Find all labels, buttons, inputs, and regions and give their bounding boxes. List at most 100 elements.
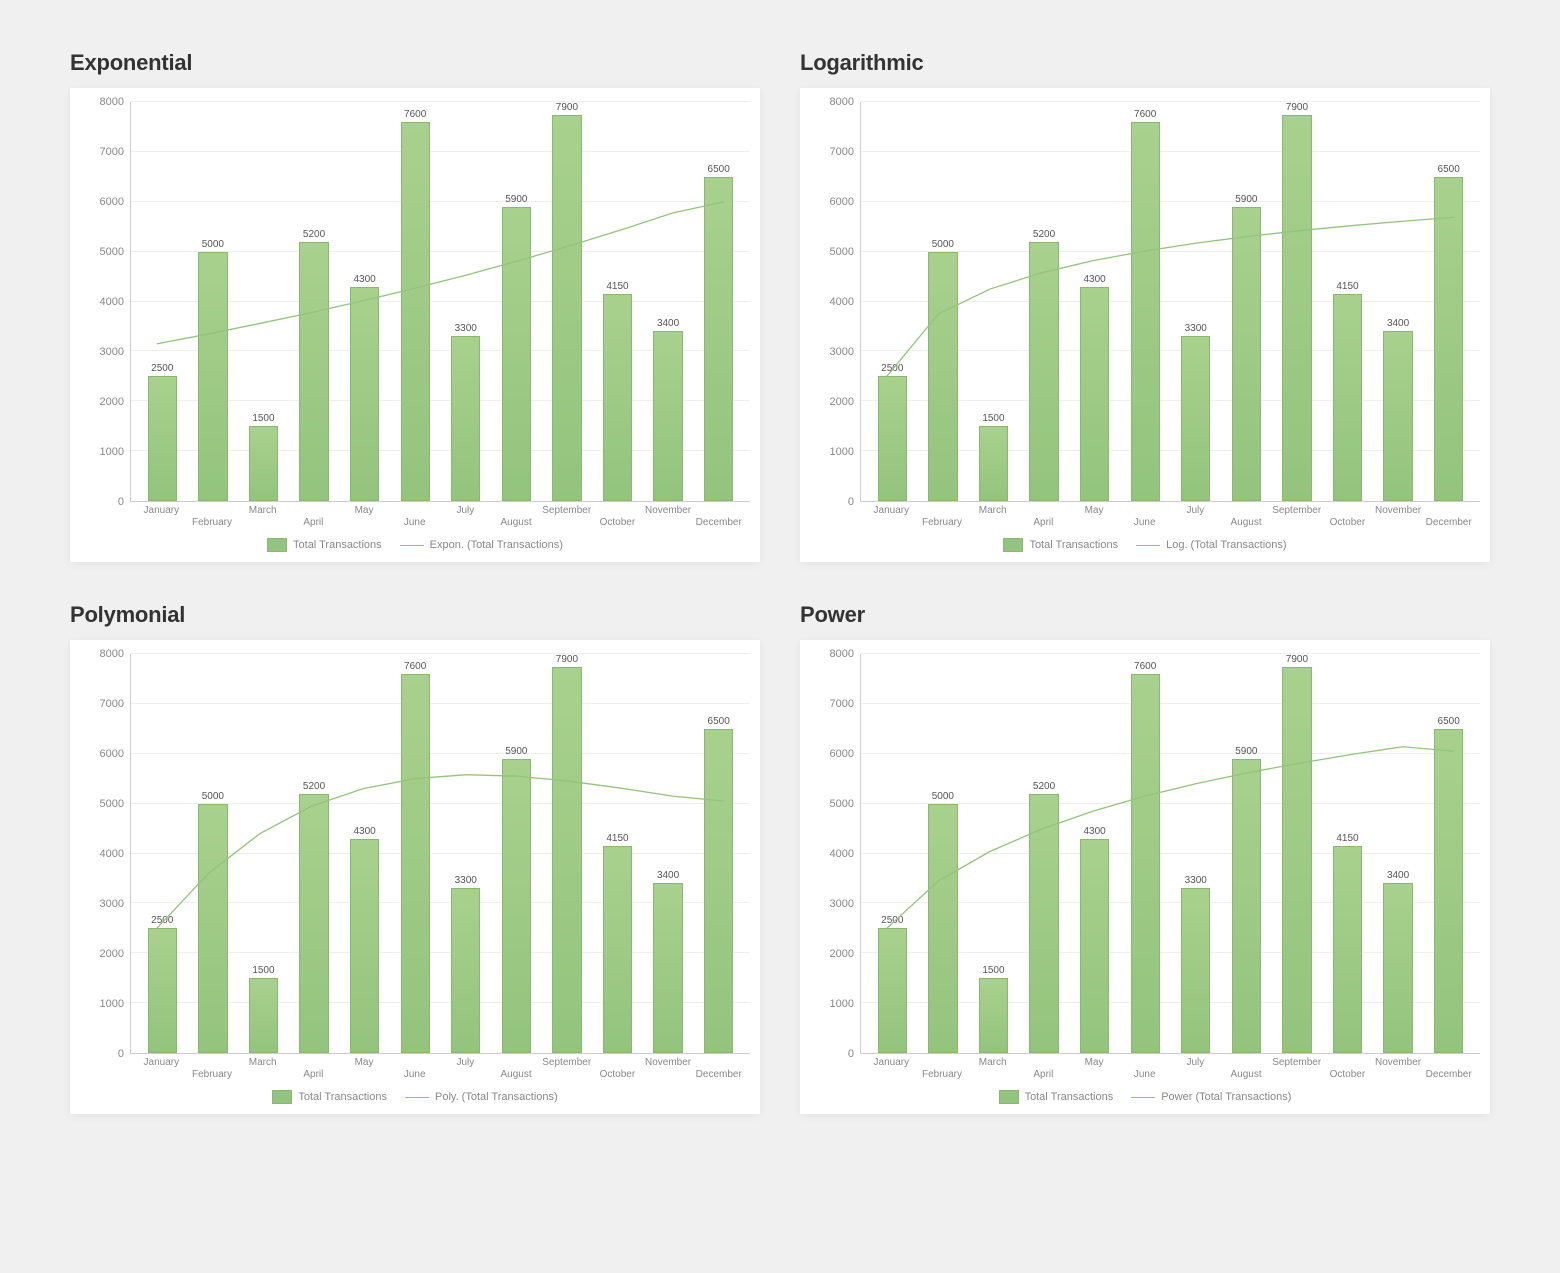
bar-value-label: 5200 xyxy=(1033,781,1055,792)
bar-value-label: 7900 xyxy=(556,654,578,665)
x-tick: April xyxy=(288,1054,339,1084)
bar-value-label: 5900 xyxy=(1235,746,1257,757)
bar-rect xyxy=(653,883,682,1053)
chart-title: Power xyxy=(800,602,1490,628)
legend: Total Transactions Poly. (Total Transacti… xyxy=(80,1084,750,1106)
bar-rect xyxy=(1282,115,1311,501)
bar-rect xyxy=(552,667,581,1053)
bar: 3400 xyxy=(643,654,694,1053)
legend-item-trend: Poly. (Total Transactions) xyxy=(405,1091,558,1103)
bar-value-label: 2500 xyxy=(881,915,903,926)
x-tick: September xyxy=(1271,1054,1322,1084)
x-tick: October xyxy=(592,502,643,532)
chart-title: Exponential xyxy=(70,50,760,76)
x-tick: March xyxy=(967,1054,1018,1084)
bar-value-label: 3400 xyxy=(1387,318,1409,329)
x-tick: November xyxy=(643,502,694,532)
y-tick: 4000 xyxy=(830,848,854,860)
legend-item-series: Total Transactions xyxy=(999,1090,1114,1104)
bars-container: 2500500015005200430076003300590079004150… xyxy=(131,102,750,501)
x-tick: February xyxy=(187,1054,238,1084)
bar-value-label: 3400 xyxy=(1387,870,1409,881)
chart-title: Polymonial xyxy=(70,602,760,628)
y-tick: 2000 xyxy=(100,948,124,960)
bar-rect xyxy=(1333,846,1362,1053)
x-tick: June xyxy=(389,502,440,532)
x-tick: February xyxy=(917,502,968,532)
bar-rect xyxy=(1282,667,1311,1053)
bar-value-label: 4300 xyxy=(1083,274,1105,285)
bar-rect xyxy=(1333,294,1362,501)
bar-value-label: 2500 xyxy=(151,915,173,926)
x-tick: July xyxy=(1170,502,1221,532)
legend-swatch-line xyxy=(405,1097,429,1098)
bar: 7600 xyxy=(390,102,441,501)
bar-value-label: 5000 xyxy=(932,791,954,802)
bar-value-label: 1500 xyxy=(982,965,1004,976)
legend-item-series: Total Transactions xyxy=(272,1090,387,1104)
bar-rect xyxy=(401,122,430,501)
bar-value-label: 5200 xyxy=(1033,229,1055,240)
legend-item-trend: Log. (Total Transactions) xyxy=(1136,539,1286,551)
chart-panel-polymonial: Polymonial010002000300040005000600070008… xyxy=(70,602,760,1114)
bar-rect xyxy=(979,426,1008,501)
x-tick: March xyxy=(237,502,288,532)
x-axis: JanuaryFebruaryMarchAprilMayJuneJulyAugu… xyxy=(80,1054,750,1084)
x-tick: June xyxy=(389,1054,440,1084)
x-tick: April xyxy=(1018,502,1069,532)
legend-swatch-box xyxy=(1003,538,1023,552)
bar-value-label: 5900 xyxy=(505,194,527,205)
y-tick: 0 xyxy=(118,496,124,508)
y-tick: 5000 xyxy=(100,246,124,258)
bar-rect xyxy=(928,804,957,1053)
legend-label-trend: Power (Total Transactions) xyxy=(1161,1091,1291,1103)
y-tick: 3000 xyxy=(830,898,854,910)
bar: 5200 xyxy=(289,102,340,501)
bar: 5900 xyxy=(491,654,542,1053)
y-tick: 4000 xyxy=(830,296,854,308)
bar-rect xyxy=(1029,794,1058,1053)
bar-value-label: 3400 xyxy=(657,870,679,881)
x-tick: May xyxy=(339,502,390,532)
bar-value-label: 5200 xyxy=(303,781,325,792)
bar: 5900 xyxy=(491,102,542,501)
bar: 6500 xyxy=(693,102,744,501)
bar-rect xyxy=(401,674,430,1053)
bar-value-label: 3300 xyxy=(455,323,477,334)
legend-label-trend: Expon. (Total Transactions) xyxy=(430,539,563,551)
bar: 3300 xyxy=(1170,102,1221,501)
x-tick: September xyxy=(541,502,592,532)
chart-card: 0100020003000400050006000700080002500500… xyxy=(800,88,1490,562)
bar: 4300 xyxy=(1069,102,1120,501)
bar: 4300 xyxy=(339,654,390,1053)
legend-swatch-line xyxy=(400,545,424,546)
bar-value-label: 1500 xyxy=(252,413,274,424)
plot-region: 2500500015005200430076003300590079004150… xyxy=(130,654,750,1054)
bar-rect xyxy=(299,242,328,501)
x-tick: December xyxy=(1423,1054,1474,1084)
bar: 7600 xyxy=(390,654,441,1053)
x-tick: June xyxy=(1119,1054,1170,1084)
x-tick: September xyxy=(541,1054,592,1084)
bar: 3400 xyxy=(1373,102,1424,501)
x-tick: August xyxy=(491,502,542,532)
bar-rect xyxy=(979,978,1008,1053)
bar-value-label: 5000 xyxy=(202,791,224,802)
bar-value-label: 3300 xyxy=(1185,323,1207,334)
chart-card: 0100020003000400050006000700080002500500… xyxy=(800,640,1490,1114)
bar-rect xyxy=(502,207,531,501)
legend-item-series: Total Transactions xyxy=(1003,538,1118,552)
y-tick: 1000 xyxy=(100,998,124,1010)
bar: 7900 xyxy=(1272,654,1323,1053)
bar: 4150 xyxy=(1322,102,1373,501)
bar-value-label: 7900 xyxy=(556,102,578,113)
y-tick: 0 xyxy=(848,496,854,508)
bar: 4150 xyxy=(1322,654,1373,1053)
y-tick: 5000 xyxy=(830,798,854,810)
y-tick: 4000 xyxy=(100,848,124,860)
x-tick: October xyxy=(592,1054,643,1084)
y-tick: 0 xyxy=(848,1048,854,1060)
bar-value-label: 7600 xyxy=(1134,661,1156,672)
bar-value-label: 1500 xyxy=(982,413,1004,424)
bar-value-label: 5900 xyxy=(505,746,527,757)
